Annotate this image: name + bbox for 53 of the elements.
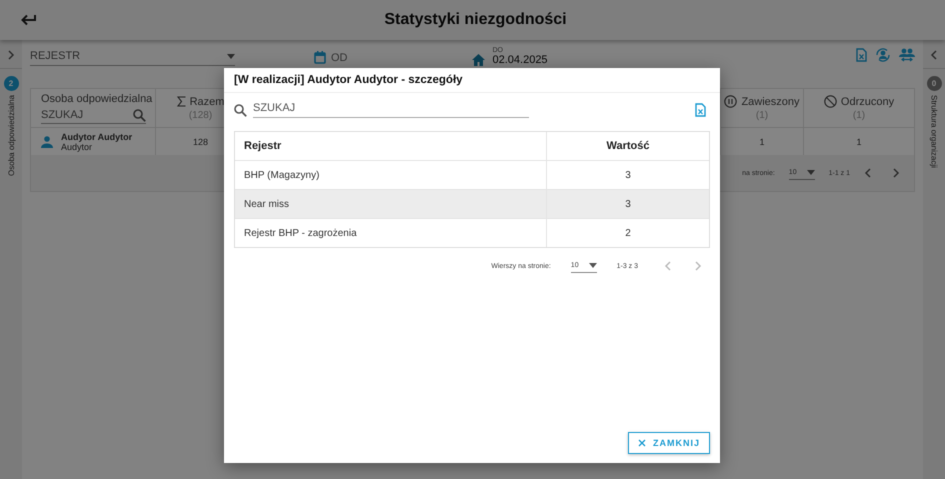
column-header[interactable]: Wartość	[547, 140, 709, 152]
dialog-title: [W realizacji] Audytor Audytor - szczegóły	[224, 68, 720, 93]
table-cell-text: 3	[624, 170, 632, 180]
previous-page-icon[interactable]	[864, 168, 872, 178]
panel-label[interactable]: Struktura organizacji	[930, 95, 938, 168]
close-icon	[638, 439, 646, 447]
page-title: Statystyki niezgodności	[384, 11, 567, 29]
excel-file-icon[interactable]	[856, 48, 867, 62]
back-arrow-icon[interactable]	[20, 14, 36, 26]
column-header[interactable]: Razem	[190, 96, 224, 108]
column-header[interactable]: Odrzucony	[840, 96, 894, 108]
count-badge: 0	[926, 76, 942, 91]
calendar-icon[interactable]	[314, 51, 326, 64]
person-icon	[41, 136, 53, 148]
table-row[interactable]: Rejestr BHP - zagrożenia 2	[235, 219, 709, 247]
column-header[interactable]: Rejestr	[235, 132, 547, 160]
close-button[interactable]: ZAMKNIJ	[628, 432, 710, 454]
caret-icon[interactable]	[588, 262, 597, 268]
panel-label[interactable]: Osoba odpowiedzialna	[6, 95, 16, 176]
table-row[interactable]: Near miss 3	[235, 190, 709, 219]
caret-icon[interactable]	[227, 54, 235, 58]
column-header[interactable]: Zawieszony	[741, 96, 800, 108]
table-cell: 1	[759, 136, 764, 146]
previous-page-icon[interactable]	[664, 261, 672, 271]
caret-icon[interactable]	[806, 170, 815, 174]
people-icon[interactable]	[899, 48, 915, 62]
expand-panel-icon[interactable]	[7, 50, 15, 60]
excel-file-icon[interactable]	[695, 103, 706, 117]
next-page-icon[interactable]	[694, 261, 702, 271]
block-icon	[824, 95, 837, 108]
search-field[interactable]: SZUKAJ	[41, 108, 146, 124]
table-cell: 128	[192, 136, 208, 146]
person-name: Audytor Audytor	[61, 132, 132, 142]
search-icon[interactable]	[133, 108, 146, 122]
column-header: Osoba odpowiedzialna	[41, 92, 152, 104]
pause-circle-icon	[724, 95, 738, 108]
sigma-icon	[176, 96, 186, 107]
table-cell: Near miss	[235, 190, 547, 218]
home-icon[interactable]	[472, 54, 484, 66]
search-field[interactable]: SZUKAJ	[253, 102, 529, 118]
table-cell-text: 2	[624, 228, 632, 238]
expand-panel-icon[interactable]	[930, 50, 938, 60]
count-badge: 2	[4, 76, 18, 91]
table-cell: BHP (Magazyny)	[235, 161, 547, 189]
date-from-field[interactable]: OD	[331, 52, 348, 64]
search-icon[interactable]	[234, 104, 247, 116]
person-sync-icon[interactable]	[875, 47, 891, 63]
register-select[interactable]: REJESTR	[30, 50, 235, 66]
next-page-icon[interactable]	[892, 168, 900, 178]
person-role: Audytor	[61, 142, 92, 152]
table-cell: Rejestr BHP - zagrożenia	[235, 219, 547, 247]
table-cell: 1	[856, 136, 862, 146]
table-cell-text: 3	[624, 198, 632, 210]
